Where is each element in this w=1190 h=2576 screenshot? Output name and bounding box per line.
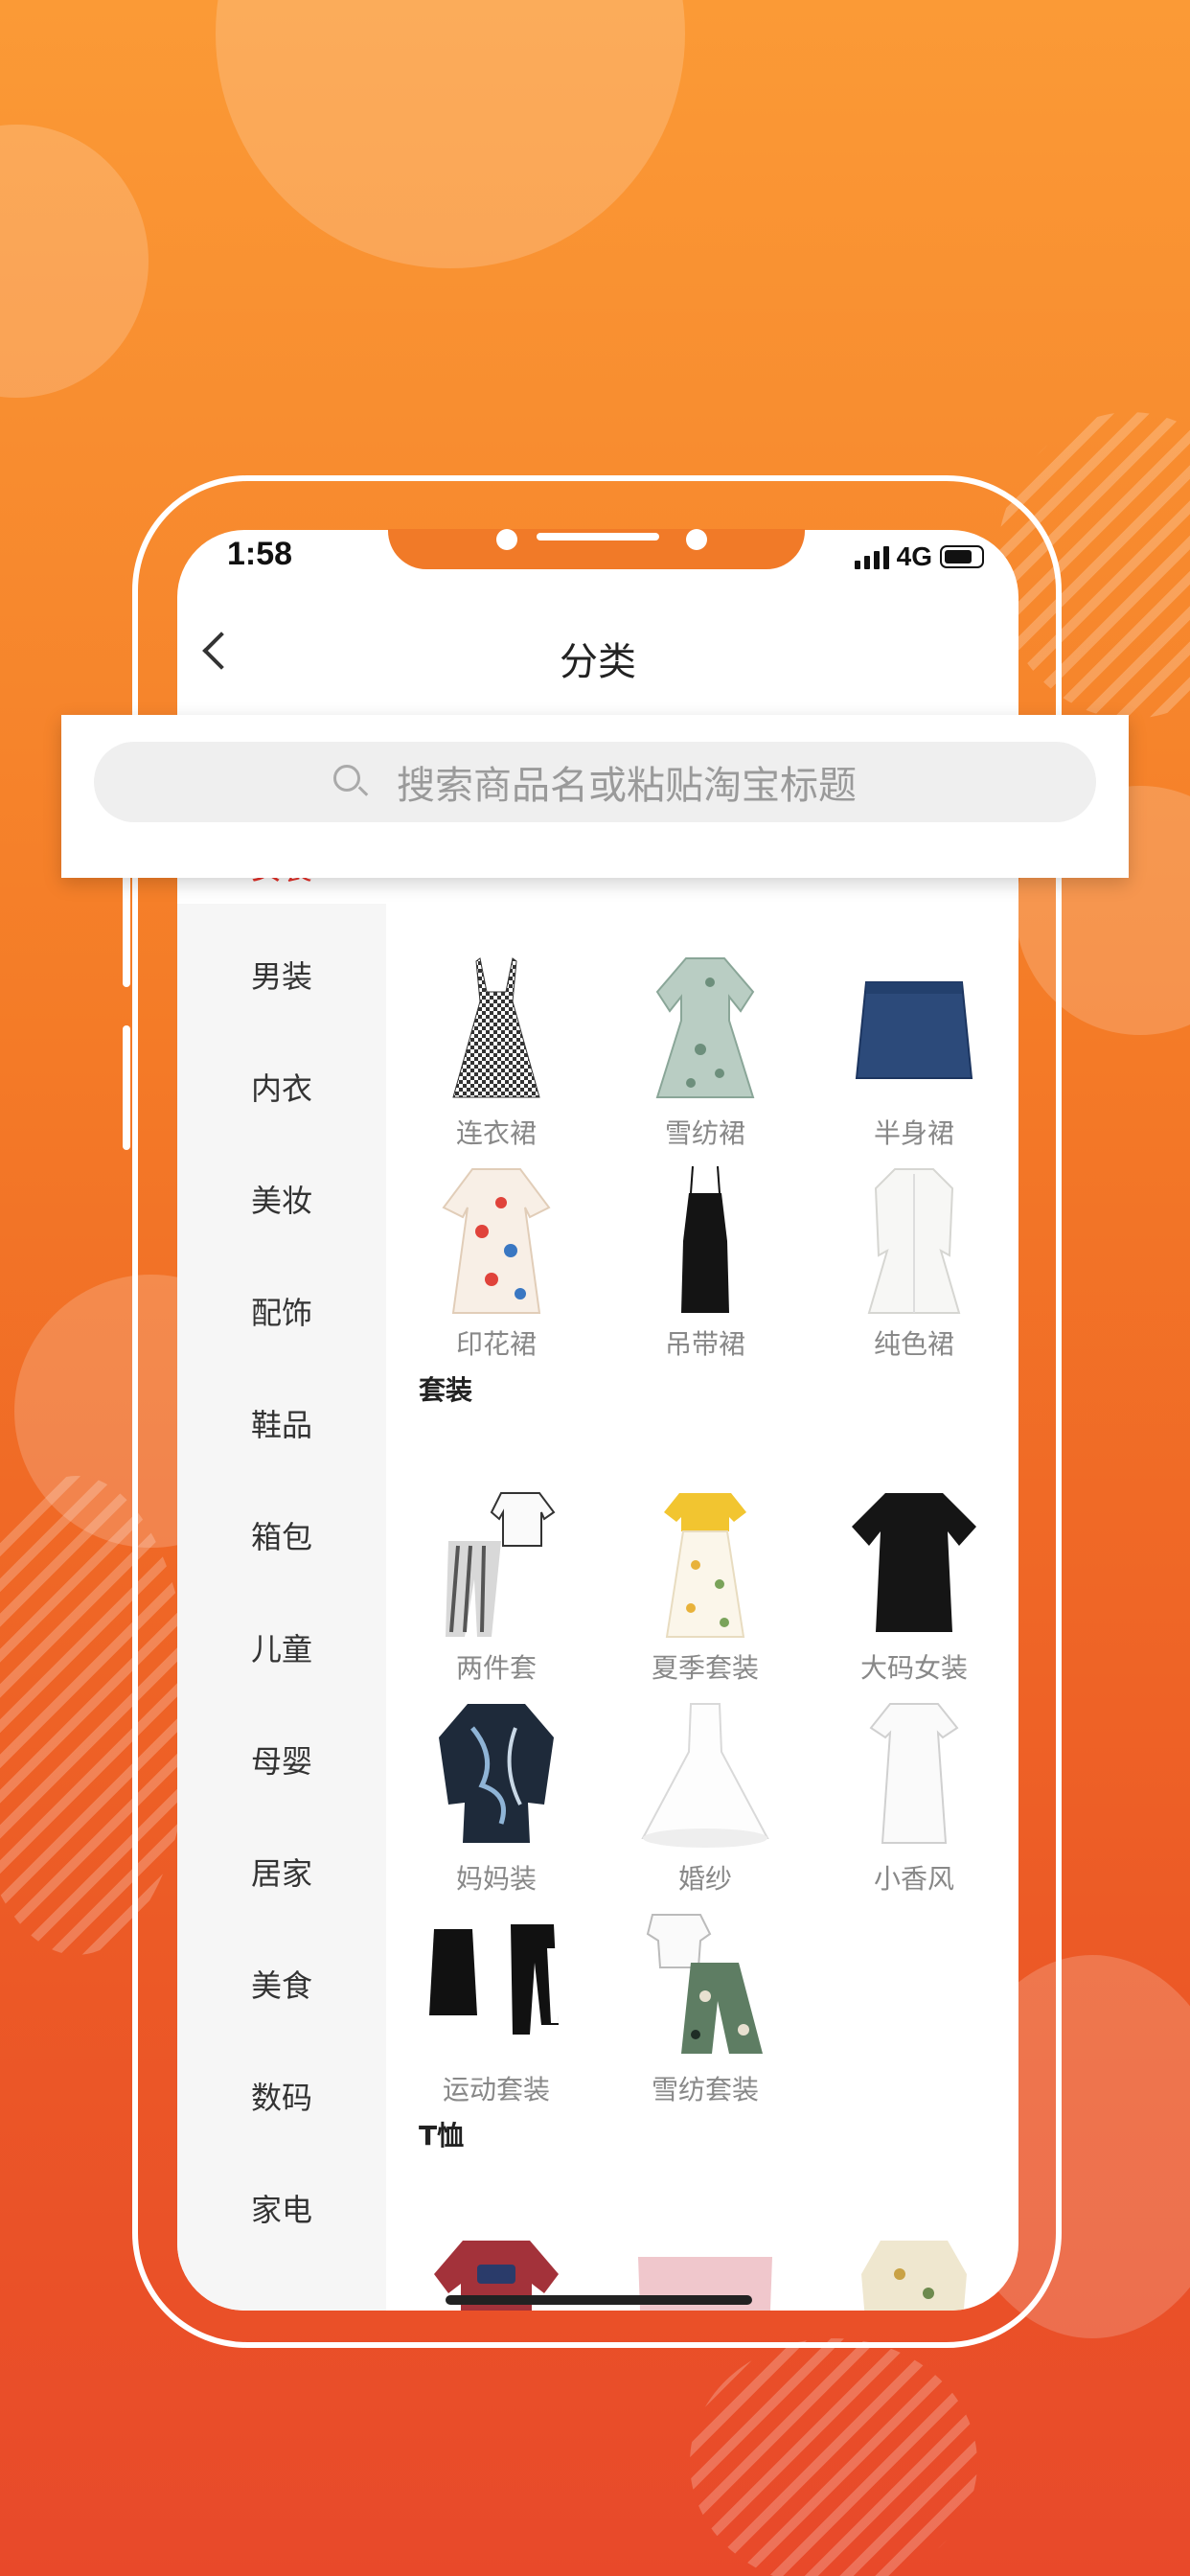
product-label: 吊带裙: [664, 1328, 745, 1360]
notch-camera: [496, 529, 517, 550]
product-label: 纯色裙: [873, 1328, 954, 1360]
two-piece-icon: [424, 1488, 568, 1642]
denim-skirt-icon: [842, 954, 986, 1107]
product-tile[interactable]: [818, 2236, 1010, 2311]
product-tile[interactable]: 连衣裙: [400, 954, 592, 1151]
sidebar-item-home[interactable]: 居家: [177, 1815, 386, 1927]
summer-set-icon: [633, 1488, 777, 1642]
search-input[interactable]: 搜索商品名或粘贴淘宝标题: [94, 742, 1096, 822]
section-title: 套装: [419, 1374, 473, 1406]
white-dress-icon: [842, 1164, 986, 1318]
product-label: 婚纱: [677, 1863, 732, 1895]
product-tile[interactable]: 小香风: [818, 1699, 1010, 1897]
checked-dress-icon: [424, 954, 568, 1107]
slip-dress-icon: [633, 1164, 777, 1318]
product-tile[interactable]: 半身裙: [818, 954, 1010, 1151]
plus-size-tee-icon: [842, 1488, 986, 1642]
product-label: 半身裙: [873, 1117, 954, 1149]
phone-side-button: [123, 862, 130, 987]
product-tile[interactable]: 吊带裙: [609, 1164, 801, 1362]
search-card: 搜索商品名或粘贴淘宝标题: [61, 715, 1129, 878]
product-label: 雪纺套装: [651, 2074, 759, 2105]
category-content: 裙装 连衣裙 雪纺裙: [386, 829, 1018, 2311]
sidebar-item-bags[interactable]: 箱包: [177, 1479, 386, 1591]
wedding-dress-icon: [633, 1699, 777, 1852]
product-label: 妈妈装: [455, 1863, 537, 1895]
chiffon-set-icon: [633, 1910, 777, 2063]
app-store-screenshot: 1:58 4G 分类 女装 男装 内衣 美妆 配饰 鞋品 箱包 儿童 母婴 居家…: [0, 0, 1190, 2576]
sidebar-item-shoes[interactable]: 鞋品: [177, 1367, 386, 1479]
sidebar-item-digital[interactable]: 数码: [177, 2039, 386, 2151]
section-title: T恤: [419, 2120, 465, 2151]
sidebar-item-beauty[interactable]: 美妆: [177, 1142, 386, 1254]
sport-set-icon: [424, 1910, 568, 2063]
floral-top-icon: [842, 2236, 986, 2311]
battery-icon: [940, 545, 984, 568]
sidebar-item-appliances[interactable]: 家电: [177, 2151, 386, 2264]
product-label: 小香风: [873, 1863, 954, 1895]
mom-blouse-icon: [424, 1699, 568, 1852]
product-tile[interactable]: 大码女装: [818, 1488, 1010, 1686]
bg-bubble: [216, 0, 685, 268]
bg-bubble: [0, 125, 149, 398]
bg-stripe: [690, 2338, 977, 2576]
sidebar-item-accessories[interactable]: 配饰: [177, 1254, 386, 1367]
page-title: 分类: [560, 640, 636, 684]
sidebar-item-baby[interactable]: 母婴: [177, 1703, 386, 1815]
product-tile[interactable]: 夏季套装: [609, 1488, 801, 1686]
product-tile[interactable]: 印花裙: [400, 1164, 592, 1362]
product-label: 印花裙: [455, 1328, 537, 1360]
signal-icon: [854, 544, 889, 569]
print-dress-icon: [424, 1164, 568, 1318]
notch-speaker: [537, 533, 659, 540]
sidebar-item-food[interactable]: 美食: [177, 1927, 386, 2039]
floral-dress-icon: [633, 954, 777, 1107]
status-icons: 4G: [854, 541, 984, 572]
category-sidebar: 女装 男装 内衣 美妆 配饰 鞋品 箱包 儿童 母婴 居家 美食 数码 家电: [177, 829, 386, 2311]
sidebar-item-underwear[interactable]: 内衣: [177, 1030, 386, 1142]
product-tile[interactable]: 婚纱: [609, 1699, 801, 1897]
product-label: 大码女装: [859, 1652, 968, 1684]
product-tile[interactable]: 两件套: [400, 1488, 592, 1686]
product-label: 运动套装: [442, 2074, 550, 2105]
product-tile[interactable]: 雪纺裙: [609, 954, 801, 1151]
product-label: 雪纺裙: [664, 1117, 745, 1149]
search-placeholder: 搜索商品名或粘贴淘宝标题: [397, 764, 857, 808]
product-tile[interactable]: 运动套装: [400, 1910, 592, 2107]
product-tile[interactable]: 妈妈装: [400, 1699, 592, 1897]
product-tile[interactable]: 雪纺套装: [609, 1910, 801, 2107]
product-label: 夏季套装: [651, 1652, 759, 1684]
sidebar-item-kids[interactable]: 儿童: [177, 1591, 386, 1703]
home-indicator[interactable]: [446, 2295, 752, 2305]
status-time: 1:58: [227, 536, 293, 572]
search-icon: [333, 765, 368, 799]
notch-sensor: [686, 529, 707, 550]
sidebar-item-men[interactable]: 男装: [177, 919, 386, 1030]
network-label: 4G: [896, 541, 932, 571]
product-label: 连衣裙: [455, 1117, 537, 1149]
product-label: 两件套: [455, 1652, 537, 1684]
product-tile[interactable]: 纯色裙: [818, 1164, 1010, 1362]
phone-side-button: [123, 1025, 130, 1150]
tweed-dress-icon: [842, 1699, 986, 1852]
